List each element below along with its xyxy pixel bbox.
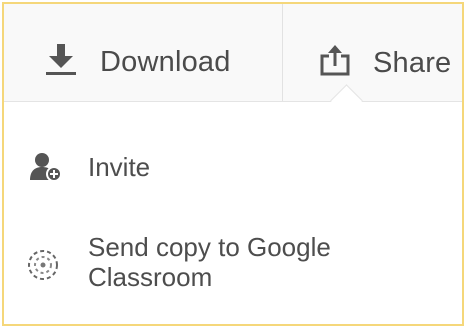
action-toolbar: Download Share xyxy=(4,4,462,102)
invite-label: Invite xyxy=(88,152,151,182)
share-button[interactable]: Share xyxy=(283,4,464,101)
menu-item-invite[interactable]: Invite xyxy=(4,144,462,194)
download-icon xyxy=(46,44,76,76)
menu-item-google-classroom[interactable]: Send copy to Google Classroom xyxy=(4,230,462,300)
share-label: Share xyxy=(373,47,452,79)
google-classroom-icon xyxy=(26,248,60,282)
share-panel-frame: Download Share Invite Send copy to Googl… xyxy=(2,2,464,326)
download-label: Download xyxy=(100,46,231,78)
google-classroom-label: Send copy to Google Classroom xyxy=(88,232,331,292)
share-icon xyxy=(319,44,351,76)
add-user-icon xyxy=(30,152,62,182)
download-button[interactable]: Download xyxy=(4,4,282,101)
